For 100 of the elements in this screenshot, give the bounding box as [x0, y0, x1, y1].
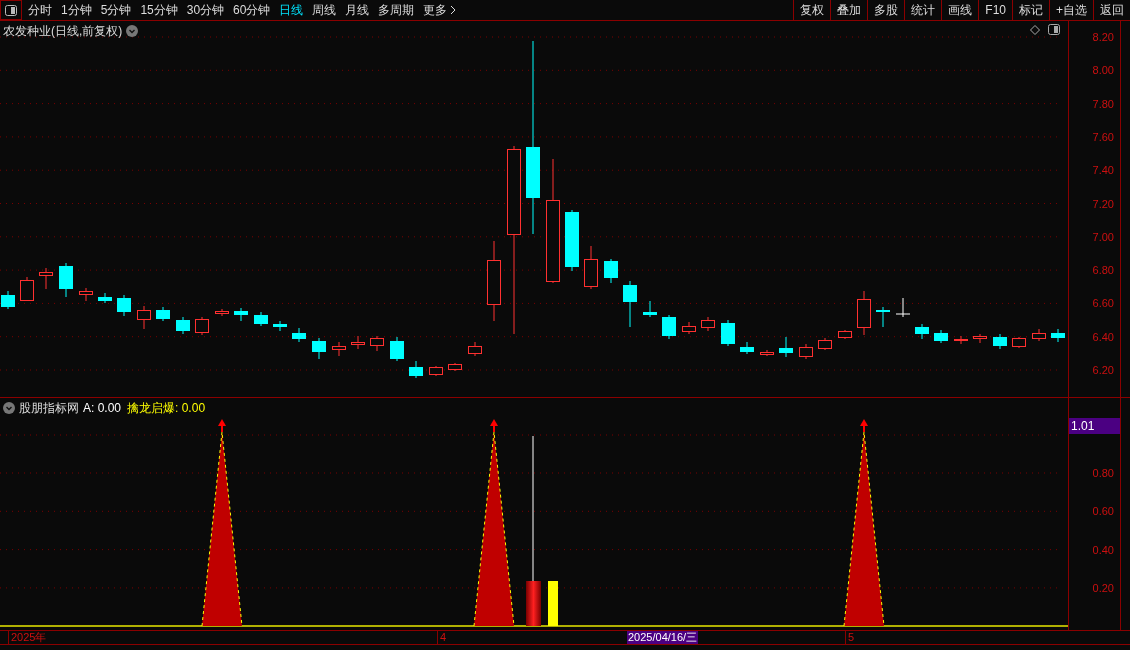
candlestick [838, 329, 852, 340]
candlestick [565, 209, 579, 272]
candlestick [799, 343, 813, 360]
axis-label: 7.00 [1092, 230, 1114, 243]
candlestick [682, 321, 696, 335]
candlestick [292, 327, 306, 343]
axis-label: 7.80 [1092, 97, 1114, 110]
candlestick [857, 290, 871, 336]
candlestick [137, 305, 151, 330]
candlestick [584, 245, 598, 290]
candlestick [254, 311, 268, 327]
indicator-name: 股朋指标网 [19, 400, 79, 417]
candlestick [390, 336, 404, 362]
candlestick [351, 335, 365, 350]
candlestick [1032, 328, 1046, 342]
toolbar-button[interactable]: 标记 [1012, 0, 1049, 20]
candlestick [409, 360, 423, 379]
candlestick [20, 276, 34, 302]
dropdown-icon[interactable] [126, 25, 139, 37]
candlestick [973, 333, 987, 344]
candlestick [448, 362, 462, 372]
candlestick [234, 307, 248, 322]
candlestick [370, 335, 384, 352]
toolbar-button[interactable]: 复权 [793, 0, 831, 20]
signal-bar [548, 581, 558, 626]
axis-label: 6.20 [1092, 364, 1114, 376]
candlestick [332, 341, 346, 357]
axis-label: 8.00 [1092, 64, 1114, 77]
date-label: 2025年 [8, 631, 47, 644]
candlestick [1012, 336, 1026, 349]
candlestick [117, 294, 131, 317]
candlestick [954, 335, 968, 345]
panel-toggle-icon[interactable] [1048, 24, 1060, 35]
toolbar-button[interactable]: 叠加 [830, 0, 868, 20]
toolbar-button[interactable]: 统计 [904, 0, 942, 20]
axis-label: 8.20 [1092, 31, 1114, 43]
date-label: 4 [437, 631, 447, 644]
toolbar-button[interactable]: +自选 [1049, 0, 1093, 20]
toolbar-button[interactable]: F10 [978, 0, 1012, 20]
candlestick [1051, 328, 1065, 343]
axis-label: 6.80 [1092, 264, 1114, 277]
candlestick [195, 316, 209, 336]
candlestick [818, 337, 832, 351]
candlestick [895, 297, 911, 318]
chevron-right-icon [450, 5, 457, 15]
period-tab[interactable]: 周线 [312, 1, 337, 19]
axis-label: 6.40 [1092, 330, 1114, 343]
candlestick [59, 262, 73, 298]
candlestick [740, 341, 754, 355]
candlestick [1, 290, 15, 310]
diamond-icon[interactable] [1030, 24, 1040, 35]
arrow-up-icon [860, 419, 868, 433]
candlestick [701, 316, 715, 332]
axis-label: 0.80 [1092, 467, 1114, 479]
dropdown-icon[interactable] [3, 402, 15, 414]
candlestick [98, 292, 112, 304]
candlestick [623, 280, 637, 328]
period-tab[interactable]: 30分钟 [186, 1, 225, 19]
period-tab[interactable]: 月线 [345, 1, 370, 19]
panel-toggle-icon[interactable] [5, 4, 17, 16]
axis-label: 7.40 [1092, 164, 1114, 177]
axis-label: 0.20 [1092, 581, 1114, 594]
axis-label: 7.20 [1092, 197, 1114, 210]
candlestick [915, 323, 929, 340]
candlestick [604, 258, 618, 284]
candlestick [312, 337, 326, 360]
candlestick [176, 316, 190, 335]
period-tab[interactable]: 5分钟 [100, 1, 132, 19]
arrow-up-icon [490, 419, 498, 433]
chart-title: 农发种业(日线,前复权) [3, 23, 123, 40]
axis-label: 0.40 [1092, 543, 1114, 556]
candlestick [643, 300, 657, 318]
axis-label: 7.60 [1092, 130, 1114, 143]
more-button[interactable]: 更多 [423, 1, 457, 19]
axis-label: 6.60 [1092, 297, 1114, 310]
candlestick [468, 341, 482, 357]
indicator-value: A: 0.00 [83, 400, 122, 417]
arrow-up-icon [218, 419, 226, 433]
candlestick [779, 336, 793, 358]
indicator-value: 擒龙启爆: 0.00 [127, 400, 206, 417]
candlestick [39, 267, 53, 290]
date-label: 5 [845, 631, 855, 644]
candlestick [876, 306, 890, 328]
period-tab[interactable]: 日线 [279, 1, 304, 19]
candlestick [79, 287, 93, 302]
cursor-value-label: 1.01 [1069, 418, 1120, 434]
period-tab[interactable]: 多周期 [378, 1, 415, 19]
period-tab[interactable]: 15分钟 [140, 1, 178, 19]
candlestick [156, 306, 170, 322]
period-tab[interactable]: 60分钟 [233, 1, 271, 19]
toolbar-button[interactable]: 画线 [941, 0, 979, 20]
candlestick [993, 333, 1007, 350]
signal-bar [526, 581, 541, 626]
toolbar-button[interactable]: 多股 [867, 0, 905, 20]
candlestick [721, 319, 735, 347]
cursor-date-label: 2025/04/16/三 [627, 631, 699, 644]
candlestick [662, 314, 676, 340]
period-tab[interactable]: 1分钟 [61, 1, 92, 19]
toolbar-button[interactable]: 返回 [1093, 0, 1130, 20]
period-tab[interactable]: 分时 [28, 1, 52, 19]
